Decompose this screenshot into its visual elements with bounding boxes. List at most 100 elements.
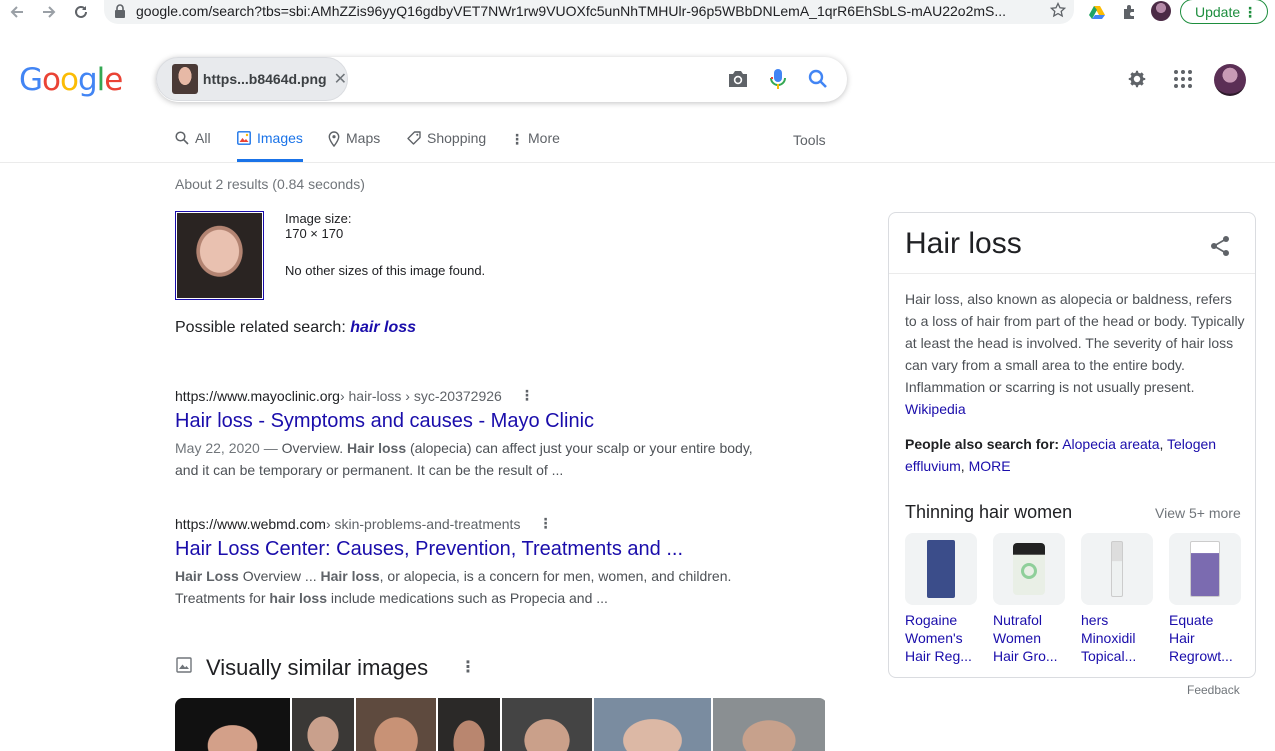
similar-image[interactable] bbox=[356, 698, 436, 751]
image-query-chip[interactable]: https...b8464d.png ✕ bbox=[156, 57, 348, 101]
search-icon[interactable] bbox=[806, 67, 830, 91]
product-card[interactable]: hers Minoxidil Topical... bbox=[1081, 533, 1153, 665]
similar-image[interactable] bbox=[175, 698, 290, 751]
knowledge-panel: Hair loss Hair loss, also known as alope… bbox=[888, 212, 1256, 678]
tab-all-label: All bbox=[195, 130, 211, 146]
result-snippet: May 22, 2020 — Overview. Hair loss (alop… bbox=[175, 437, 765, 481]
tab-maps-label: Maps bbox=[346, 130, 381, 146]
view-more-link[interactable]: View 5+ more bbox=[1155, 505, 1241, 521]
logo-letter: l bbox=[96, 62, 106, 98]
snippet-bold: Hair Loss bbox=[175, 568, 239, 584]
clear-chip-icon[interactable]: ✕ bbox=[334, 69, 347, 89]
product-card[interactable]: Nutrafol Women Hair Gro... bbox=[993, 533, 1065, 665]
profile-avatar-mini[interactable] bbox=[1151, 1, 1171, 21]
result-menu-icon[interactable]: ⋮ bbox=[520, 387, 534, 404]
update-button[interactable]: Update ⋮ bbox=[1180, 0, 1268, 24]
address-bar[interactable]: google.com/search?tbs=sbi:AMhZZis96yyQ16… bbox=[104, 0, 1074, 24]
reload-icon[interactable] bbox=[70, 2, 92, 22]
similar-image[interactable] bbox=[438, 698, 500, 751]
google-drive-icon[interactable] bbox=[1087, 2, 1107, 22]
pas-more-link[interactable]: MORE bbox=[969, 458, 1011, 474]
tab-images-label: Images bbox=[257, 130, 303, 146]
similar-image[interactable] bbox=[594, 698, 711, 751]
tab-all[interactable]: All bbox=[175, 130, 211, 162]
pas-link-alopecia[interactable]: Alopecia areata bbox=[1062, 436, 1159, 452]
kp-description-text: Hair loss, also known as alopecia or bal… bbox=[905, 291, 1245, 395]
kp-description: Hair loss, also known as alopecia or bal… bbox=[905, 288, 1245, 420]
product-card[interactable]: Equate Hair Regrowt... bbox=[1169, 533, 1241, 665]
chip-filename: https...b8464d.png bbox=[202, 71, 327, 87]
query-thumbnail bbox=[172, 64, 198, 94]
share-icon[interactable] bbox=[1209, 235, 1231, 257]
product-label: Equate Hair Regrowt... bbox=[1169, 612, 1233, 664]
microphone-icon[interactable] bbox=[766, 67, 790, 91]
apps-grid-icon[interactable] bbox=[1171, 67, 1195, 91]
logo-letter: o bbox=[60, 62, 79, 98]
settings-gear-icon[interactable] bbox=[1125, 67, 1149, 91]
result-menu-icon[interactable]: ⋮ bbox=[538, 515, 552, 532]
similar-image[interactable] bbox=[713, 698, 825, 751]
kp-title: Hair loss bbox=[905, 227, 1022, 260]
image-icon bbox=[237, 131, 251, 145]
camera-icon[interactable] bbox=[726, 67, 750, 91]
update-label: Update bbox=[1195, 3, 1241, 20]
tab-maps[interactable]: Maps bbox=[328, 130, 380, 162]
browser-toolbar: google.com/search?tbs=sbi:AMhZZis96yyQ16… bbox=[0, 0, 1275, 24]
search-icon bbox=[175, 131, 189, 145]
kp-subsection-title: Thinning hair women bbox=[905, 502, 1073, 522]
tab-more[interactable]: ⋮ More bbox=[510, 130, 560, 162]
logo-letter: G bbox=[19, 62, 43, 98]
google-logo[interactable]: Google bbox=[19, 62, 123, 98]
image-icon bbox=[176, 657, 192, 673]
lock-icon bbox=[115, 4, 125, 18]
tab-shopping[interactable]: Shopping bbox=[407, 130, 486, 162]
related-search-link[interactable]: hair loss bbox=[350, 319, 416, 336]
tab-images[interactable]: Images bbox=[237, 130, 303, 162]
forward-icon[interactable] bbox=[38, 2, 60, 22]
result-path: › hair-loss › syc-20372926 bbox=[339, 387, 502, 404]
result-cite: https://www.mayoclinic.org › hair-loss ›… bbox=[175, 387, 775, 404]
pas-label: People also search for: bbox=[905, 436, 1060, 452]
search-result: https://www.webmd.com › skin-problems-an… bbox=[175, 515, 775, 609]
result-title-link[interactable]: Hair Loss Center: Causes, Prevention, Tr… bbox=[175, 538, 775, 561]
snippet-text: Overview ... bbox=[238, 568, 321, 584]
result-path: › skin-problems-and-treatments bbox=[325, 515, 521, 532]
snippet-text: Overview. bbox=[281, 440, 347, 456]
tools-button[interactable]: Tools bbox=[793, 132, 826, 148]
snippet-bold: Hair loss bbox=[346, 440, 407, 456]
snippet-bold: hair loss bbox=[269, 590, 327, 606]
product-image bbox=[993, 533, 1065, 605]
related-prefix: Possible related search: bbox=[175, 319, 351, 336]
result-title-link[interactable]: Hair loss - Symptoms and causes - Mayo C… bbox=[175, 410, 775, 433]
image-size-label: Image size: bbox=[285, 211, 352, 226]
logo-letter: g bbox=[77, 62, 98, 98]
logo-letter: e bbox=[104, 62, 123, 98]
result-date: May 22, 2020 — bbox=[175, 440, 282, 456]
snippet-bold: Hair loss bbox=[320, 568, 380, 584]
browser-menu-icon[interactable]: ⋮ bbox=[1243, 4, 1257, 21]
product-card[interactable]: Rogaine Women's Hair Reg... bbox=[905, 533, 977, 665]
extensions-icon[interactable] bbox=[1119, 2, 1139, 22]
result-cite: https://www.webmd.com › skin-problems-an… bbox=[175, 515, 775, 532]
search-box[interactable]: https...b8464d.png ✕ bbox=[156, 57, 847, 102]
visually-similar-title: Visually similar images bbox=[206, 655, 429, 680]
visually-similar-strip bbox=[175, 698, 827, 751]
product-label: Nutrafol Women Hair Gro... bbox=[993, 612, 1058, 664]
wikipedia-link[interactable]: Wikipedia bbox=[905, 401, 966, 417]
kp-divider bbox=[889, 273, 1255, 274]
feedback-link[interactable]: Feedback bbox=[1187, 683, 1240, 697]
similar-image[interactable] bbox=[292, 698, 354, 751]
image-size-value: 170 × 170 bbox=[285, 226, 344, 241]
no-other-sizes-text: No other sizes of this image found. bbox=[285, 263, 486, 278]
back-icon[interactable] bbox=[6, 2, 28, 22]
account-avatar[interactable] bbox=[1214, 64, 1246, 96]
bookmark-star-icon[interactable] bbox=[1050, 2, 1066, 18]
product-image bbox=[905, 533, 977, 605]
query-image[interactable] bbox=[175, 211, 264, 300]
visually-similar-menu-icon[interactable]: ⋮ bbox=[460, 657, 476, 677]
product-image bbox=[1169, 533, 1241, 605]
logo-letter: o bbox=[42, 62, 61, 98]
similar-image[interactable] bbox=[502, 698, 592, 751]
tab-shopping-label: Shopping bbox=[427, 130, 487, 146]
result-stats: About 2 results (0.84 seconds) bbox=[175, 176, 365, 192]
